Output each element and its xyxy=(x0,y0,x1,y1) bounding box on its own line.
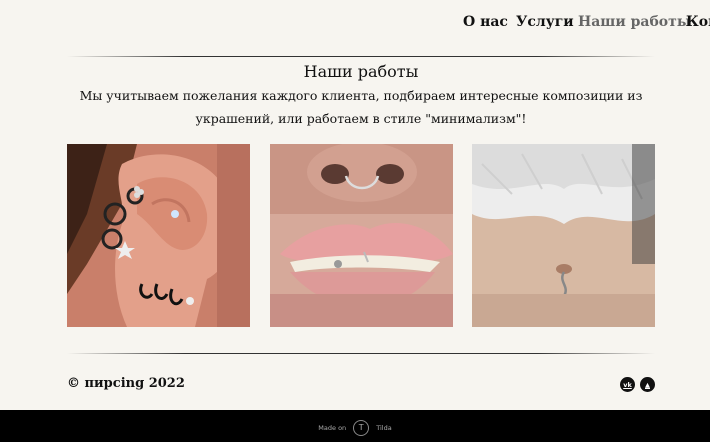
nav-services[interactable]: Услуги xyxy=(516,14,574,30)
gallery-photo-ear[interactable] xyxy=(67,144,250,327)
section-description: Мы учитываем пожелания каждого клиента, … xyxy=(79,88,643,126)
gallery-photo-lips[interactable] xyxy=(270,144,453,327)
made-on-tilda[interactable]: Made on T Tilda xyxy=(0,420,710,436)
nav-works[interactable]: Наши работы xyxy=(578,14,691,30)
bottom-divider xyxy=(67,353,655,354)
gallery-photo-navel[interactable] xyxy=(472,144,655,327)
made-on-label: Made on xyxy=(318,424,347,432)
ear-piercings-image xyxy=(67,144,250,327)
section-title: Наши работы xyxy=(303,62,419,81)
telegram-icon[interactable]: ▲ xyxy=(640,377,655,392)
tilda-footer: Made on T Tilda xyxy=(0,410,710,442)
top-navigation: О нас Услуги Наши работы Кон xyxy=(0,14,710,36)
nav-about[interactable]: О нас xyxy=(463,14,508,30)
navel-piercing-image xyxy=(472,144,655,327)
copyright-text: © пирсing 2022 xyxy=(67,376,185,391)
tilda-label: Tilda xyxy=(376,424,392,432)
tilda-logo-icon: T xyxy=(353,420,370,436)
lip-septum-piercing-image xyxy=(270,144,453,327)
vk-icon[interactable]: vk xyxy=(620,377,635,392)
top-divider xyxy=(67,56,655,57)
nav-contacts[interactable]: Кон xyxy=(686,14,710,30)
